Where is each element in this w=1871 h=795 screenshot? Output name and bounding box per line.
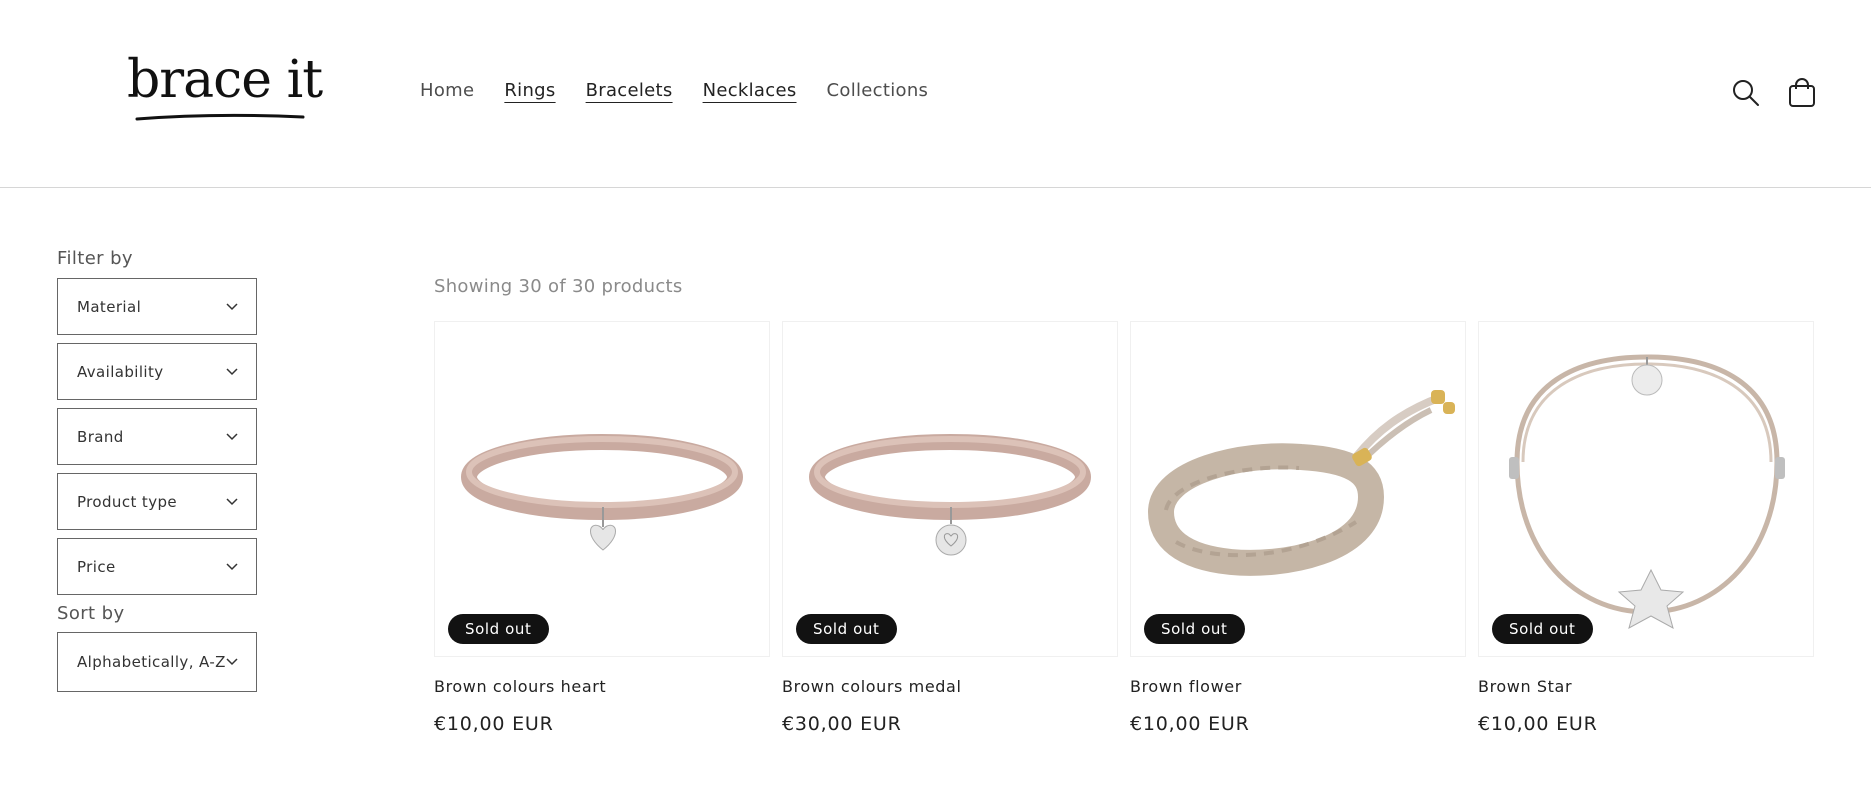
filter-label: Price: [77, 557, 116, 576]
filter-material[interactable]: Material: [57, 278, 257, 335]
site-header: brace it Home Rings Bracelets Necklaces …: [0, 0, 1871, 188]
filter-heading: Filter by: [57, 248, 133, 269]
pink-double-bracelet-medal-charm-image: [809, 434, 1091, 556]
sold-out-badge: Sold out: [796, 614, 897, 644]
product-title[interactable]: Brown flower: [1130, 677, 1466, 696]
filter-sidebar: Filter by Material Availability Brand Pr…: [57, 248, 263, 700]
filter-product-type[interactable]: Product type: [57, 473, 257, 530]
chevron-down-icon: [226, 658, 238, 666]
product-image[interactable]: Sold out: [1130, 321, 1466, 657]
nav-home[interactable]: Home: [420, 80, 474, 101]
chevron-down-icon: [226, 497, 238, 505]
product-card[interactable]: Sold out Brown colours medal €30,00 EUR: [782, 321, 1118, 735]
product-image[interactable]: Sold out: [1478, 321, 1814, 657]
logo-text: brace it: [127, 50, 323, 110]
filter-label: Material: [77, 297, 142, 316]
chevron-down-icon: [226, 562, 238, 570]
sort-selected-value: Alphabetically, A-Z: [77, 653, 226, 671]
logo[interactable]: brace it: [125, 50, 323, 125]
filter-availability[interactable]: Availability: [57, 343, 257, 400]
sold-out-badge: Sold out: [1492, 614, 1593, 644]
product-image[interactable]: Sold out: [434, 321, 770, 657]
product-card[interactable]: Sold out Brown Star €10,00 EUR: [1478, 321, 1814, 735]
product-grid: Sold out Brown colours heart €10,00 EUR …: [434, 321, 1814, 735]
product-card[interactable]: Sold out Brown colours heart €10,00 EUR: [434, 321, 770, 735]
product-title[interactable]: Brown Star: [1478, 677, 1814, 696]
logo-swoosh-icon: [135, 113, 305, 121]
product-title[interactable]: Brown colours medal: [782, 677, 1118, 696]
nav-rings[interactable]: Rings: [504, 80, 555, 101]
product-title[interactable]: Brown colours heart: [434, 677, 770, 696]
beige-braided-bracelet-image: [1147, 390, 1455, 576]
sort-heading: Sort by: [57, 603, 125, 624]
results-count: Showing 30 of 30 products: [434, 276, 683, 297]
product-price: €10,00 EUR: [1130, 713, 1250, 735]
product-price: €10,00 EUR: [434, 713, 554, 735]
sort-select[interactable]: Alphabetically, A-Z: [57, 632, 257, 692]
sold-out-badge: Sold out: [1144, 614, 1245, 644]
sold-out-badge: Sold out: [448, 614, 549, 644]
beige-cord-bracelet-star-charm-image: [1509, 354, 1785, 630]
filter-label: Brand: [77, 427, 124, 446]
filter-price[interactable]: Price: [57, 538, 257, 595]
product-price: €10,00 EUR: [1478, 713, 1598, 735]
nav-bracelets[interactable]: Bracelets: [586, 80, 673, 101]
nav-necklaces[interactable]: Necklaces: [703, 80, 797, 101]
filter-label: Availability: [77, 362, 164, 381]
chevron-down-icon: [226, 432, 238, 440]
nav-collections[interactable]: Collections: [827, 80, 929, 101]
cart-icon[interactable]: [1785, 76, 1819, 110]
chevron-down-icon: [226, 367, 238, 375]
product-price: €30,00 EUR: [782, 713, 902, 735]
pink-double-bracelet-heart-charm-image: [461, 434, 743, 551]
product-card[interactable]: Sold out Brown flower €10,00 EUR: [1130, 321, 1466, 735]
chevron-down-icon: [226, 302, 238, 310]
product-image[interactable]: Sold out: [782, 321, 1118, 657]
main-nav: Home Rings Bracelets Necklaces Collectio…: [420, 80, 958, 101]
filter-label: Product type: [77, 492, 178, 511]
search-icon[interactable]: [1729, 76, 1763, 110]
filter-brand[interactable]: Brand: [57, 408, 257, 465]
